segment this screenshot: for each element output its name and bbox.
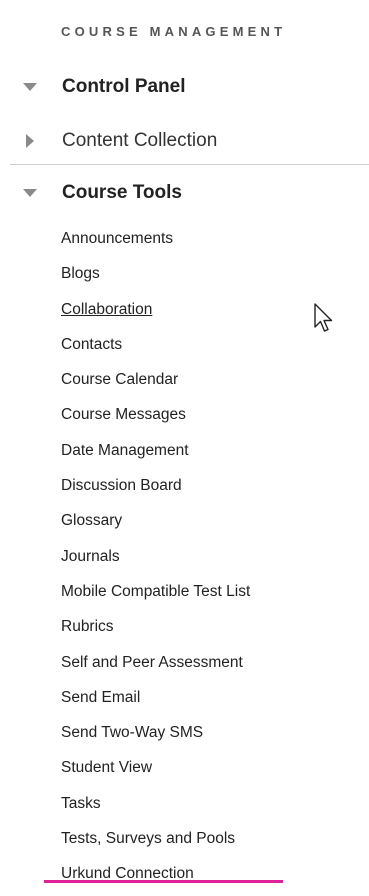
tool-link-journals[interactable]: Journals	[61, 543, 250, 578]
tool-link-urkund-connection[interactable]: Urkund Connection	[61, 860, 250, 895]
tool-link-announcements[interactable]: Announcements	[61, 225, 250, 260]
tool-link-course-calendar[interactable]: Course Calendar	[61, 366, 250, 401]
highlight-underline	[44, 880, 283, 883]
tool-link-tests-surveys-and-pools[interactable]: Tests, Surveys and Pools	[61, 825, 250, 860]
section-course-tools[interactable]: Course Tools	[22, 182, 369, 204]
tool-link-contacts[interactable]: Contacts	[61, 331, 250, 366]
expand-toggle-icon[interactable]	[22, 134, 62, 148]
tool-link-send-two-way-sms[interactable]: Send Two-Way SMS	[61, 719, 250, 754]
tool-link-glossary[interactable]: Glossary	[61, 507, 250, 542]
tool-link-self-and-peer-assessment[interactable]: Self and Peer Assessment	[61, 649, 250, 684]
tool-link-blogs[interactable]: Blogs	[61, 260, 250, 295]
tool-link-course-messages[interactable]: Course Messages	[61, 401, 250, 436]
triangle-down-icon	[23, 83, 37, 91]
section-content-collection[interactable]: Content Collection	[22, 130, 369, 152]
section-control-panel[interactable]: Control Panel	[22, 76, 369, 98]
triangle-right-icon	[26, 134, 34, 148]
expand-toggle-icon[interactable]	[22, 83, 62, 91]
tool-link-student-view[interactable]: Student View	[61, 754, 250, 789]
tool-link-send-email[interactable]: Send Email	[61, 684, 250, 719]
tool-link-date-management[interactable]: Date Management	[61, 437, 250, 472]
triangle-down-icon	[23, 189, 37, 197]
section-label-content-collection[interactable]: Content Collection	[62, 130, 217, 152]
tool-link-collaboration[interactable]: Collaboration	[61, 296, 250, 331]
section-label-control-panel[interactable]: Control Panel	[62, 76, 186, 98]
tool-link-discussion-board[interactable]: Discussion Board	[61, 472, 250, 507]
mouse-pointer-icon	[314, 303, 333, 332]
section-label-course-tools[interactable]: Course Tools	[62, 182, 182, 204]
tool-link-mobile-compatible-test-list[interactable]: Mobile Compatible Test List	[61, 578, 250, 613]
course-tools-list: Announcements Blogs Collaboration Contac…	[61, 225, 250, 896]
expand-toggle-icon[interactable]	[22, 189, 62, 197]
course-management-heading: COURSE MANAGEMENT	[61, 24, 287, 39]
tool-link-tasks[interactable]: Tasks	[61, 790, 250, 825]
tool-link-rubrics[interactable]: Rubrics	[61, 613, 250, 648]
section-divider	[10, 164, 369, 165]
